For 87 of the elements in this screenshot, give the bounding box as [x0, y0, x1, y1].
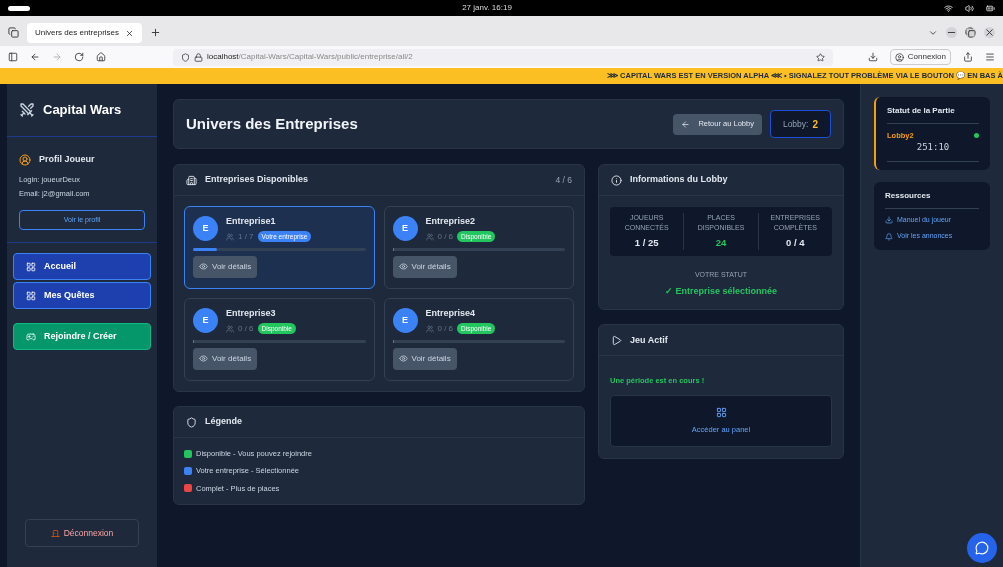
home-icon — [96, 52, 106, 62]
battery-icon — [986, 3, 995, 13]
timer: 251:10 — [887, 141, 979, 162]
bell-icon — [885, 232, 893, 241]
panel-title: Informations du Lobby — [630, 173, 728, 187]
forward-icon — [52, 52, 62, 62]
company-avatar: E — [193, 308, 218, 334]
profile-title: Profil Joueur — [39, 153, 95, 166]
logout-button[interactable]: Déconnexion — [25, 519, 139, 547]
download-icon — [885, 216, 893, 224]
minimize-icon — [946, 27, 957, 38]
stat-value: 24 — [715, 236, 727, 250]
close-icon — [125, 28, 134, 38]
address-bar[interactable]: localhost/Capital-Wars/Capital-Wars/public/entreprise/all/2 — [173, 48, 833, 66]
panel-title: Entreprises Disponibles — [205, 173, 309, 187]
panel-title: Jeu Actif — [630, 333, 668, 347]
details-button[interactable]: Voir détails — [392, 347, 457, 370]
company-avatar: E — [392, 308, 418, 334]
account-button[interactable]: Connexion — [889, 49, 951, 65]
card-title: Statut de la Partie — [887, 105, 979, 124]
company-name: Entreprise4 — [425, 307, 477, 320]
close-icon — [984, 27, 995, 38]
info-icon — [611, 174, 622, 186]
eye-icon — [398, 262, 408, 271]
eye-icon — [398, 354, 408, 363]
brand-name: Capital Wars — [43, 101, 122, 120]
play-icon — [611, 334, 622, 346]
sidebar-icon — [8, 52, 18, 62]
download-icon — [867, 52, 878, 62]
browser-tab[interactable]: Univers des entreprises — [27, 23, 142, 43]
eye-icon — [199, 354, 208, 363]
star-icon — [816, 52, 825, 62]
grid-icon — [715, 407, 727, 419]
reload-icon — [74, 52, 84, 62]
restore-icon — [965, 27, 976, 38]
stat-value: 0 / 4 — [786, 236, 805, 250]
menu-icon — [985, 52, 995, 62]
company-avatar: E — [392, 216, 418, 242]
users-icon — [226, 324, 234, 333]
company-name: Entreprise2 — [425, 215, 477, 228]
details-button[interactable]: Voir détails — [193, 255, 258, 278]
company-avatar: E — [193, 216, 218, 242]
building-icon — [186, 174, 197, 186]
company-name: Entreprise1 — [226, 215, 277, 228]
nav-button[interactable]: Rejoindre / Créer — [13, 323, 151, 350]
user-icon — [894, 52, 904, 62]
member-count: 0 / 6 — [238, 322, 254, 335]
back-icon — [30, 52, 40, 62]
users-icon — [226, 232, 234, 241]
activities-icon[interactable] — [8, 5, 30, 11]
grid-icon — [26, 290, 36, 301]
users-icon — [425, 232, 434, 241]
lobby-label: Lobby: — [782, 117, 809, 131]
status-text: ✓ Entreprise sélectionnée — [664, 284, 777, 298]
wifi-icon — [944, 3, 953, 13]
nav-button[interactable]: Accueil — [13, 253, 151, 280]
lock-icon — [194, 52, 203, 62]
door-icon — [50, 528, 60, 538]
stat-value: 1 / 25 — [634, 236, 659, 250]
clock[interactable]: 27 janv. 16:19 — [462, 2, 512, 14]
share-icon — [963, 52, 973, 62]
card-title: Ressources — [885, 189, 979, 209]
member-count: 1 / 7 — [238, 230, 254, 243]
eye-icon — [199, 262, 208, 271]
chat-icon — [975, 541, 989, 555]
company-name: Entreprise3 — [226, 307, 277, 320]
back-arrow-icon — [681, 119, 691, 129]
panel-title: Légende — [205, 415, 242, 429]
grid-icon — [26, 261, 36, 272]
users-icon — [425, 324, 434, 333]
shield-icon — [181, 52, 190, 62]
volume-icon — [965, 3, 974, 13]
url-text: localhost/Capital-Wars/Capital-Wars/public/entreprise/all/2 — [207, 51, 413, 63]
lobby-number: 2 — [812, 117, 818, 132]
nav-button[interactable]: Mes Quêtes — [13, 282, 151, 309]
new-tab-icon — [150, 27, 161, 38]
details-button[interactable]: Voir détails — [193, 347, 258, 370]
user-icon — [19, 153, 31, 166]
page-title: Univers des Entreprises — [186, 113, 358, 134]
details-button[interactable]: Voir détails — [392, 255, 457, 278]
tab-list-icon — [8, 27, 19, 38]
company-count: 4 / 6 — [555, 173, 572, 187]
tab-title: Univers des entreprises — [35, 27, 120, 39]
gamepad-icon — [26, 331, 36, 342]
chat-button[interactable] — [967, 533, 997, 563]
shield-icon — [186, 416, 197, 428]
swords-icon — [19, 102, 35, 118]
